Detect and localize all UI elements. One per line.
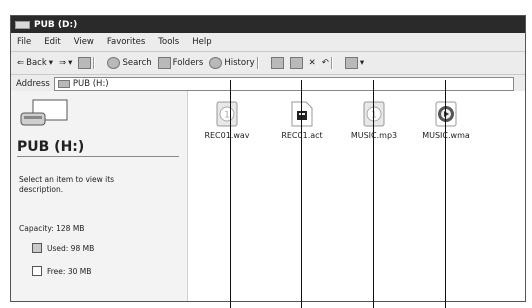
content-area: PUB (H:) Select an item to view its desc… <box>11 91 525 301</box>
undo-icon[interactable]: ↶ <box>322 58 329 68</box>
file-item[interactable]: 1 REC01.wav <box>197 101 257 140</box>
wav-file-icon: 1 <box>216 101 238 127</box>
address-value: PUB (H:) <box>72 78 109 89</box>
chevron-down-icon: ▾ <box>359 58 365 68</box>
views-button[interactable]: ▾ <box>344 57 365 69</box>
search-label: Search <box>122 58 152 68</box>
back-arrow-icon: ⇐ <box>17 58 25 68</box>
search-button[interactable]: Search <box>107 57 152 69</box>
file-name: MUSIC.wma <box>422 131 470 140</box>
menu-help[interactable]: Help <box>192 37 211 47</box>
callout-line <box>301 80 302 308</box>
wma-file-icon <box>435 101 457 127</box>
window-title: PUB (D:) <box>34 19 78 30</box>
toolbar-separator <box>93 57 96 69</box>
back-label: Back <box>26 58 47 68</box>
back-button[interactable]: ⇐ Back ▾ <box>17 58 53 68</box>
search-icon <box>107 57 121 69</box>
history-label: History <box>224 58 255 68</box>
callout-line <box>373 80 374 308</box>
file-name: REC01.wav <box>204 131 250 140</box>
svg-text:1: 1 <box>224 111 230 121</box>
toolbar: ⇐ Back ▾ ⇒ ▾ Search Folders History ✕ ↶ <box>11 52 525 75</box>
views-icon <box>344 57 358 69</box>
drive-icon <box>57 79 70 88</box>
chevron-down-icon: ▾ <box>68 58 73 68</box>
menu-favorites[interactable]: Favorites <box>107 37 145 47</box>
callout-line <box>230 80 231 308</box>
menu-edit[interactable]: Edit <box>44 37 60 47</box>
file-item[interactable]: MUSIC.wma <box>416 101 476 140</box>
explorer-window: PUB (D:) File Edit View Favorites Tools … <box>10 15 526 302</box>
move-to-icon[interactable] <box>270 57 284 69</box>
menu-bar: File Edit View Favorites Tools Help <box>11 33 525 52</box>
folders-icon <box>157 57 171 69</box>
folders-button[interactable]: Folders <box>157 57 204 69</box>
details-panel: PUB (H:) Select an item to view its desc… <box>11 91 188 301</box>
act-file-icon <box>291 101 313 127</box>
menu-tools[interactable]: Tools <box>158 37 179 47</box>
toolbar-separator <box>330 57 333 69</box>
callout-line <box>445 80 446 308</box>
up-folder-icon[interactable] <box>78 57 92 69</box>
folders-label: Folders <box>172 58 204 68</box>
description-text: Select an item to view its description. <box>19 175 115 194</box>
toolbar-separator <box>256 57 259 69</box>
forward-arrow-icon: ⇒ <box>59 58 67 68</box>
menu-file[interactable]: File <box>17 37 31 47</box>
file-item[interactable]: 1 MUSIC.mp3 <box>344 101 404 140</box>
mp3-file-icon: 1 <box>363 101 385 127</box>
history-button[interactable]: History <box>209 57 255 69</box>
delete-icon[interactable]: ✕ <box>309 58 316 68</box>
svg-text:1: 1 <box>371 111 377 121</box>
free-text: Free: 30 MB <box>47 266 92 276</box>
free-legend: Free: 30 MB <box>32 266 91 276</box>
file-item[interactable]: REC01.act <box>272 101 332 140</box>
title-divider <box>17 156 179 157</box>
menu-view[interactable]: View <box>74 37 94 47</box>
free-swatch <box>32 266 42 276</box>
removable-drive-icon <box>20 99 68 126</box>
drive-icon <box>15 20 30 29</box>
copy-to-icon[interactable] <box>289 57 303 69</box>
used-legend: Used: 98 MB <box>32 243 94 253</box>
history-icon <box>209 57 223 69</box>
drive-title: PUB (H:) <box>17 139 85 155</box>
used-swatch <box>32 243 42 253</box>
forward-button[interactable]: ⇒ ▾ <box>59 58 72 68</box>
chevron-down-icon: ▾ <box>48 58 54 68</box>
address-label: Address <box>16 78 50 89</box>
title-bar: PUB (D:) <box>11 16 525 33</box>
capacity-text: Capacity: 128 MB <box>19 224 85 233</box>
used-text: Used: 98 MB <box>47 243 95 253</box>
